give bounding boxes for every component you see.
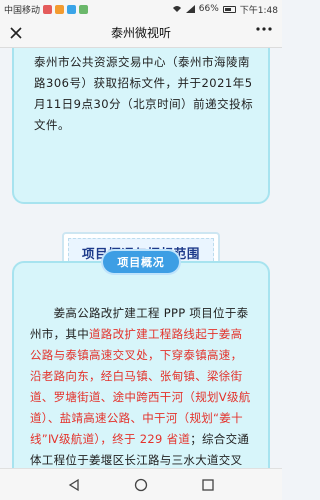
app-notification-icon [67,4,77,14]
card-top-text: 泰州市公共资源交易中心（泰州市海陵南路306号）获取招标文件，并于2021年5月… [34,55,254,132]
status-left: 中国移动 [4,3,89,16]
back-triangle-icon[interactable] [67,478,81,492]
app-notification-icon [55,4,65,14]
overview-pill-label: 项目概况 [117,256,165,269]
title-bar: 泰州微视听 [0,18,282,48]
battery-percent: 66% [198,4,219,14]
wifi-icon [172,6,181,12]
status-bar: 中国移动 66% 下午1:48 [0,0,282,18]
overview-pill: 项目概况 [103,251,179,273]
carrier-label: 中国移动 [4,5,41,16]
app-notification-icon [79,4,89,14]
more-icon[interactable] [256,26,272,32]
info-card: 泰州市公共资源交易中心（泰州市海陵南路306号）获取招标文件，并于2021年5月… [12,48,270,204]
close-icon[interactable] [8,25,24,41]
recents-square-icon[interactable] [201,478,215,492]
overview-card: 项目概况 姜高公路改扩建工程 PPP 项目位于泰州市，其中道路改扩建工程路线起于… [12,251,270,468]
clock: 下午1:48 [239,5,278,16]
overview-text-route: 道路改扩建工程路线起于姜高公路与泰镇高速交叉处，下穿泰镇高速，沿老路向东，经白马… [30,327,251,446]
page-title: 泰州微视听 [110,26,171,40]
signal-icon [185,5,195,13]
overview-text: 姜高公路改扩建工程 PPP 项目位于泰州市，其中道路改扩建工程路线起于姜高公路与… [30,303,254,468]
home-circle-icon[interactable] [134,478,148,492]
battery-icon [222,5,236,13]
article-content[interactable]: 泰州市公共资源交易中心（泰州市海陵南路306号）获取招标文件，并于2021年5月… [0,48,282,468]
app-notification-icon [43,4,53,14]
system-nav-bar [0,468,282,500]
status-right: 66% 下午1:48 [172,3,278,16]
